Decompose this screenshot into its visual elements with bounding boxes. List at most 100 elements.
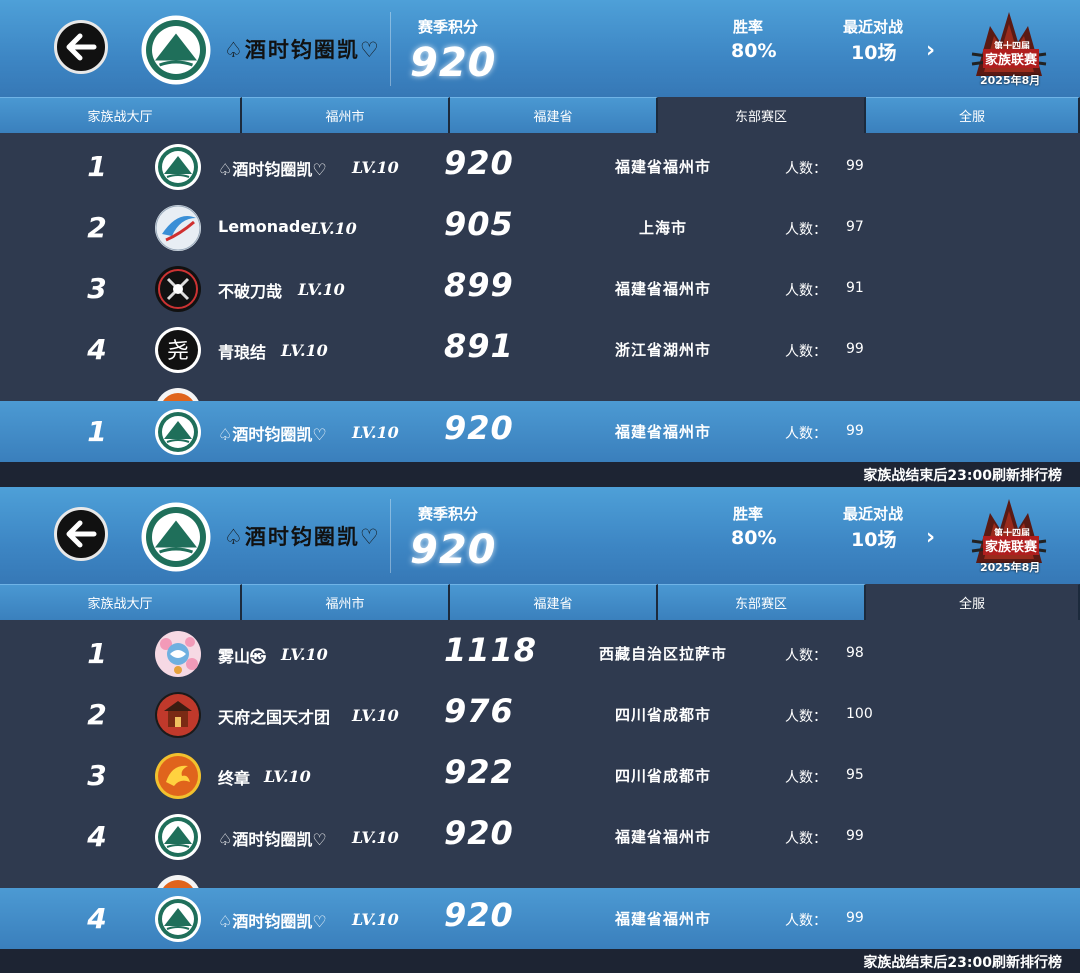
rank-number: 1 [87, 150, 107, 183]
family-region: 四川省成都市 [614, 767, 711, 785]
rank-number: 2 [87, 211, 107, 244]
member-count: 91 [846, 280, 864, 296]
refresh-notice: 家族战结束后23:00刷新排行榜 [863, 955, 1062, 971]
my-family-row[interactable]: 4 ♤酒时钧圈凯♡ LV.10 920 福建省福州市 人数： 99 [0, 888, 1080, 949]
family-score: 922 [444, 753, 514, 791]
recent-matches-label[interactable]: 最近对战 [843, 16, 903, 37]
ranking-list[interactable]: 1 雾山㉿ LV.10 1118 西藏自治区拉萨市 人数： 98 2 天府之国天才团 LV.10 9… [0, 620, 1080, 888]
family-score: 976 [444, 692, 514, 730]
tab-1[interactable]: 福州市 [242, 97, 450, 133]
season-score-value: 920 [410, 40, 497, 86]
family-name: 青琅结 [218, 343, 267, 362]
ranking-panel: ♤酒时钧圈凯♡ 赛季积分 920 胜率 80% 最近对战 10场 › 第十四届 家族联赛 2025年… [0, 487, 1080, 973]
member-count-label: 人数： [785, 344, 827, 360]
family-level: LV.10 [264, 767, 311, 786]
back-button[interactable] [54, 507, 108, 561]
family-emblem-icon [154, 691, 202, 739]
member-count-label: 人数： [785, 161, 827, 177]
family-score: 899 [444, 266, 514, 304]
member-count-label: 人数： [785, 913, 827, 929]
chevron-right-icon[interactable]: › [926, 38, 935, 63]
family-emblem-icon [154, 204, 202, 252]
family-emblem-icon[interactable] [140, 14, 212, 86]
family-region: 福建省福州市 [614, 280, 711, 298]
family-score: 920 [444, 896, 514, 934]
member-count: 97 [846, 219, 864, 235]
refresh-notice-bar: 家族战结束后23:00刷新排行榜 [0, 949, 1080, 973]
recent-matches-value[interactable]: 10场 [851, 38, 896, 65]
tab-2[interactable]: 福建省 [450, 584, 658, 620]
family-header: ♤酒时钧圈凯♡ 赛季积分 920 胜率 80% 最近对战 10场 › 第十四届 家族联赛 2025年… [0, 0, 1080, 97]
tab-2[interactable]: 福建省 [450, 97, 658, 133]
tab-4[interactable]: 全服 [866, 584, 1080, 620]
recent-matches-label[interactable]: 最近对战 [843, 503, 903, 524]
member-count: 99 [846, 828, 864, 844]
season-score-label: 赛季积分 [418, 18, 479, 36]
family-level: LV.10 [298, 280, 345, 299]
tab-4[interactable]: 全服 [866, 97, 1080, 133]
family-name: Lemonade [218, 217, 312, 236]
ranking-row[interactable]: 4 尧 青琅结 LV.10 891 浙江省湖州市 人数： 99 [0, 319, 1080, 380]
family-region: 福建省福州市 [614, 423, 711, 441]
ranking-row[interactable]: 1 ♤酒时钧圈凯♡ LV.10 920 福建省福州市 人数： 99 [0, 401, 1080, 462]
my-family-row[interactable]: 1 ♤酒时钧圈凯♡ LV.10 920 福建省福州市 人数： 99 [0, 401, 1080, 462]
ranking-row[interactable]: 4 ♤酒时钧圈凯♡ LV.10 920 福建省福州市 人数： 99 [0, 888, 1080, 949]
member-count: 99 [846, 158, 864, 174]
family-level: LV.10 [352, 423, 399, 442]
family-emblem-icon [154, 387, 202, 401]
ranking-tabs: 家族战大厅 福州市 福建省 东部赛区 全服 [0, 97, 1080, 133]
family-emblem-icon [154, 895, 202, 943]
member-count-label: 人数： [785, 283, 827, 299]
ranking-row[interactable]: 3 不破刀哉 LV.10 899 福建省福州市 人数： 91 [0, 258, 1080, 319]
back-arrow-icon [66, 33, 97, 61]
family-name: ♤酒时钧圈凯♡ [218, 912, 327, 931]
back-button[interactable] [54, 20, 108, 74]
family-name: ♤酒时钧圈凯♡ [224, 37, 381, 62]
family-name: ♤酒时钧圈凯♡ [218, 425, 327, 444]
win-rate-label: 胜率 [733, 505, 764, 523]
tab-3[interactable]: 东部赛区 [658, 97, 866, 133]
tab-1[interactable]: 福州市 [242, 584, 450, 620]
ranking-row[interactable]: 3 终章 LV.10 922 四川省成都市 人数： 95 [0, 745, 1080, 806]
family-score: 920 [444, 144, 514, 182]
ranking-tabs: 家族战大厅 福州市 福建省 东部赛区 全服 [0, 584, 1080, 620]
tab-0[interactable]: 家族战大厅 [0, 97, 242, 133]
back-arrow-icon [66, 520, 97, 548]
family-region: 西藏自治区拉萨市 [598, 645, 727, 663]
ranking-row[interactable]: 4 ♤酒时钧圈凯♡ LV.10 920 福建省福州市 人数： 99 [0, 806, 1080, 867]
family-level: LV.10 [310, 219, 357, 238]
family-emblem-icon[interactable] [140, 501, 212, 573]
member-count: 98 [846, 645, 864, 661]
family-region: 上海市 [638, 219, 687, 237]
family-name: ♤酒时钧圈凯♡ [218, 830, 327, 849]
win-rate-label: 胜率 [733, 18, 764, 36]
season-score-label: 赛季积分 [418, 505, 479, 523]
season-score-value: 920 [410, 527, 497, 573]
member-count-label: 人数： [785, 709, 827, 725]
family-name: ♤酒时钧圈凯♡ [224, 524, 381, 549]
header-divider [390, 499, 391, 573]
member-count-label: 人数： [785, 648, 827, 664]
ranking-row[interactable]: 1 雾山㉿ LV.10 1118 西藏自治区拉萨市 人数： 98 [0, 623, 1080, 684]
ranking-row[interactable]: 2 天府之国天才团 LV.10 976 四川省成都市 人数： 100 [0, 684, 1080, 745]
family-name: 天府之国天才团 [218, 708, 331, 727]
family-region: 四川省成都市 [614, 706, 711, 724]
tab-0[interactable]: 家族战大厅 [0, 584, 242, 620]
refresh-notice-bar: 家族战结束后23:00刷新排行榜 [0, 462, 1080, 487]
ranking-row[interactable]: 1 ♤酒时钧圈凯♡ LV.10 920 福建省福州市 人数： 99 [0, 136, 1080, 197]
svg-text:尧: 尧 [167, 339, 189, 364]
rank-number: 1 [87, 637, 107, 670]
member-count: 99 [846, 341, 864, 357]
tab-3[interactable]: 东部赛区 [658, 584, 866, 620]
rank-number: 3 [87, 272, 107, 305]
ranking-list[interactable]: 1 ♤酒时钧圈凯♡ LV.10 920 福建省福州市 人数： 99 2 Lemonade LV.1… [0, 133, 1080, 401]
ranking-panel: ♤酒时钧圈凯♡ 赛季积分 920 胜率 80% 最近对战 10场 › 第十四届 家族联赛 2025年… [0, 0, 1080, 487]
family-level: LV.10 [352, 828, 399, 847]
chevron-right-icon[interactable]: › [926, 525, 935, 550]
ranking-row[interactable]: 2 Lemonade LV.10 905 上海市 人数： 97 [0, 197, 1080, 258]
recent-matches-value[interactable]: 10场 [851, 525, 896, 552]
family-emblem-icon [154, 874, 202, 888]
rank-number: 2 [87, 698, 107, 731]
refresh-notice: 家族战结束后23:00刷新排行榜 [863, 468, 1062, 484]
league-name: 家族联赛 [983, 49, 1040, 68]
